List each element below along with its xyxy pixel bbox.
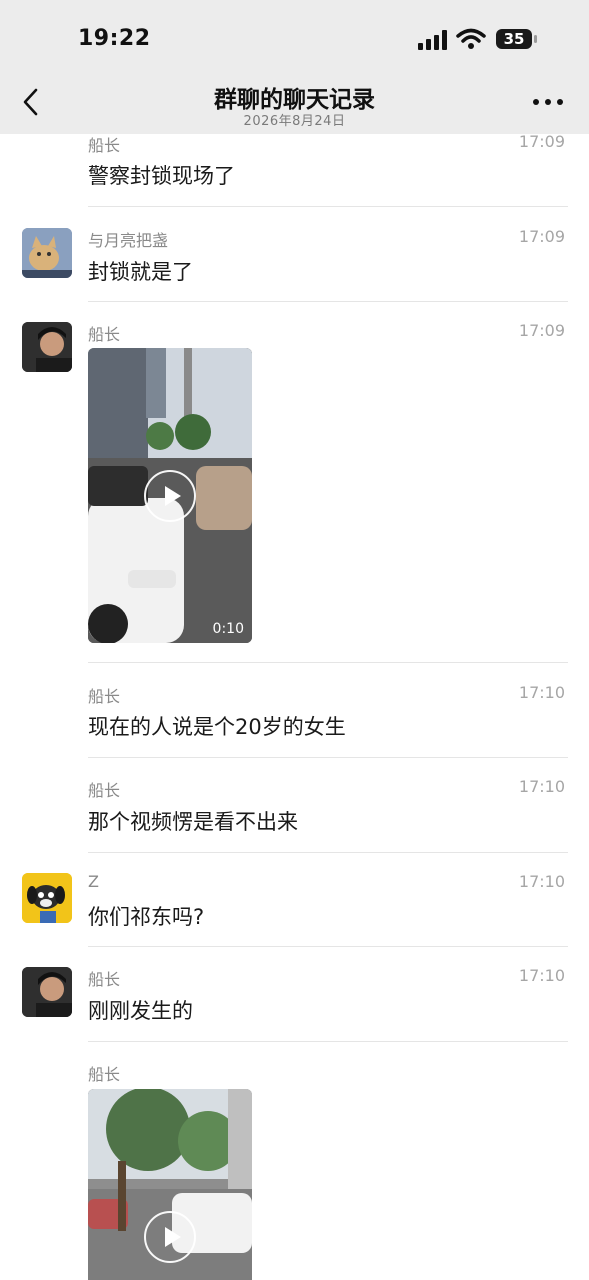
cellular-signal-icon [418, 30, 447, 50]
divider [88, 1041, 568, 1042]
message-text: 现在的人说是个20岁的女生 [88, 715, 346, 739]
avatar-person[interactable] [22, 967, 72, 1017]
divider [88, 206, 568, 207]
battery-icon: 35 [496, 28, 538, 50]
avatar-person[interactable] [22, 322, 72, 372]
page-subtitle-date: 2026年8月24日 [243, 114, 346, 129]
play-icon[interactable] [144, 1211, 196, 1263]
message-time: 17:09 [518, 132, 565, 151]
sender-name: 船长 [88, 781, 121, 800]
avatar-dog[interactable] [22, 873, 72, 923]
divider [88, 757, 568, 758]
status-time: 19:22 [78, 26, 151, 51]
play-icon[interactable] [144, 470, 196, 522]
cat-avatar-icon [22, 228, 72, 278]
message-text: 你们祁东吗? [88, 905, 205, 929]
divider [88, 946, 568, 947]
message-time: 17:09 [518, 321, 565, 340]
divider [88, 662, 568, 663]
message-time: 17:10 [518, 777, 565, 796]
video-thumbnail[interactable] [88, 1089, 252, 1280]
message-time: 17:10 [518, 872, 565, 891]
more-dots-icon[interactable] [532, 96, 564, 108]
message-text: 刚刚发生的 [88, 999, 193, 1023]
sender-name: 船长 [88, 970, 121, 989]
video-thumbnail[interactable]: 0:10 [88, 348, 252, 643]
person-avatar-icon [22, 322, 72, 372]
sender-name: Z [88, 872, 99, 891]
wifi-icon [456, 28, 486, 49]
dog-avatar-icon [22, 873, 72, 923]
message-time: 17:10 [518, 966, 565, 985]
top-bar: 19:22 35 群聊的聊天记录 2026年8月24日 [0, 0, 589, 134]
sender-name: 船长 [88, 1065, 121, 1084]
avatar-cat[interactable] [22, 228, 72, 278]
divider [88, 301, 568, 302]
sender-name: 船长 [88, 325, 121, 344]
video-duration: 0:10 [212, 621, 244, 637]
message-time: 17:09 [518, 227, 565, 246]
message-text: 警察封锁现场了 [88, 164, 235, 188]
sender-name: 船长 [88, 136, 121, 155]
message-text: 封锁就是了 [88, 260, 193, 284]
message-time: 17:10 [518, 683, 565, 702]
sender-name: 与月亮把盏 [88, 231, 169, 250]
message-text: 那个视频愣是看不出来 [88, 810, 298, 834]
page-title: 群聊的聊天记录 [214, 87, 375, 113]
person-avatar-icon [22, 967, 72, 1017]
sender-name: 船长 [88, 687, 121, 706]
divider [88, 852, 568, 853]
battery-level: 35 [503, 30, 525, 48]
